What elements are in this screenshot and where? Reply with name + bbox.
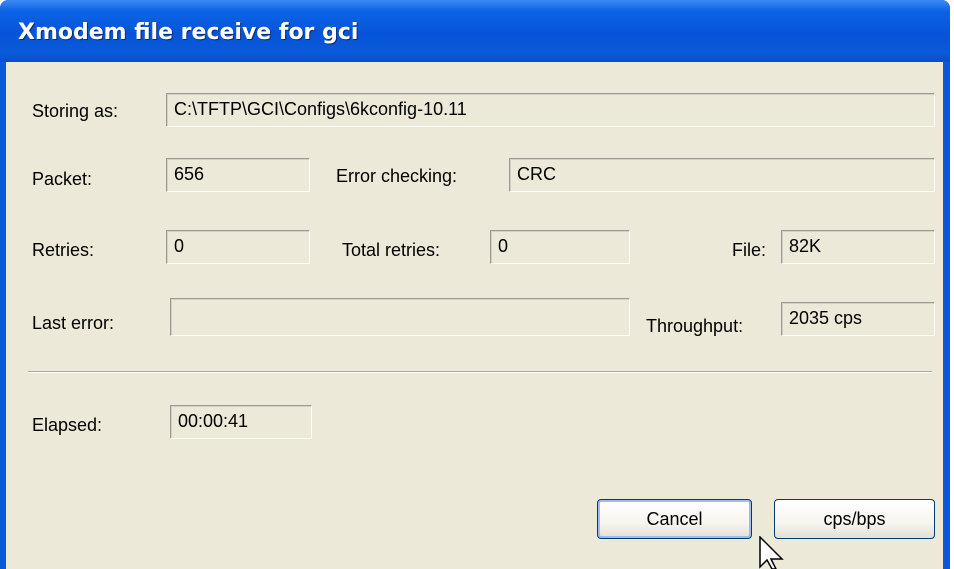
- file-label: File:: [732, 240, 767, 260]
- separator: [28, 371, 932, 373]
- mouse-pointer-icon: [759, 536, 784, 569]
- elapsed-label: Elapsed:: [32, 415, 103, 435]
- retries-field: 0: [166, 230, 310, 264]
- throughput-label: Throughput:: [646, 316, 744, 336]
- last-error-label: Last error:: [32, 313, 115, 333]
- cps-bps-button[interactable]: cps/bps: [774, 499, 935, 539]
- cancel-button[interactable]: Cancel: [597, 499, 752, 539]
- file-size-field: 82K: [781, 230, 935, 264]
- elapsed-time-field: 00:00:41: [170, 405, 312, 439]
- total-retries-label: Total retries:: [342, 240, 441, 260]
- dialog-body: Storing as: C:\TFTP\GCI\Configs\6kconfig…: [6, 62, 943, 569]
- window-title: Xmodem file receive for gci: [18, 20, 359, 45]
- packet-field: 656: [166, 158, 310, 192]
- storing-as-field: C:\TFTP\GCI\Configs\6kconfig-10.11: [166, 93, 935, 127]
- error-checking-field: CRC: [509, 158, 935, 192]
- storing-as-label: Storing as:: [32, 101, 119, 121]
- title-bar[interactable]: Xmodem file receive for gci: [0, 0, 950, 62]
- packet-label: Packet:: [32, 169, 93, 189]
- retries-label: Retries:: [32, 240, 95, 260]
- dialog-window: Xmodem file receive for gci Storing as: …: [0, 0, 950, 569]
- error-checking-label: Error checking:: [336, 166, 458, 186]
- throughput-field: 2035 cps: [781, 302, 935, 336]
- total-retries-field: 0: [490, 230, 630, 264]
- last-error-field: [170, 298, 630, 336]
